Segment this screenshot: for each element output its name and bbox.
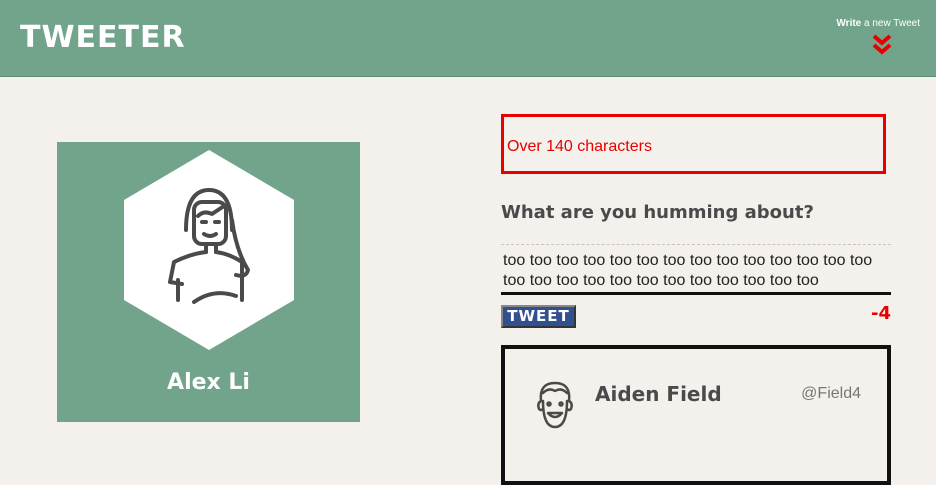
profile-card: Alex Li	[57, 142, 360, 422]
tweet-author-handle: @Field4	[801, 385, 861, 402]
write-new-tweet-link[interactable]: Write a new Tweet	[836, 18, 920, 29]
tweet-button[interactable]: TWEET	[501, 305, 576, 328]
character-counter: -4	[871, 303, 891, 324]
app-logo[interactable]: TWEETER	[20, 20, 186, 55]
double-chevron-down-icon[interactable]	[871, 33, 893, 57]
compose-title: What are you humming about?	[501, 202, 814, 223]
man-avatar-icon	[537, 381, 573, 429]
error-message: Over 140 characters	[507, 138, 652, 155]
tweet-card: Aiden Field @Field4	[501, 345, 891, 485]
write-link-bold: Write	[836, 18, 862, 29]
error-banner: Over 140 characters	[501, 114, 886, 174]
write-link-rest: a new Tweet	[861, 18, 920, 29]
profile-name: Alex Li	[167, 370, 250, 395]
tweet-input[interactable]: too too too too too too too too too too …	[501, 244, 891, 295]
woman-avatar-icon	[124, 150, 294, 350]
header: TWEETER Write a new Tweet	[0, 0, 936, 77]
tweet-author-name: Aiden Field	[595, 382, 722, 406]
